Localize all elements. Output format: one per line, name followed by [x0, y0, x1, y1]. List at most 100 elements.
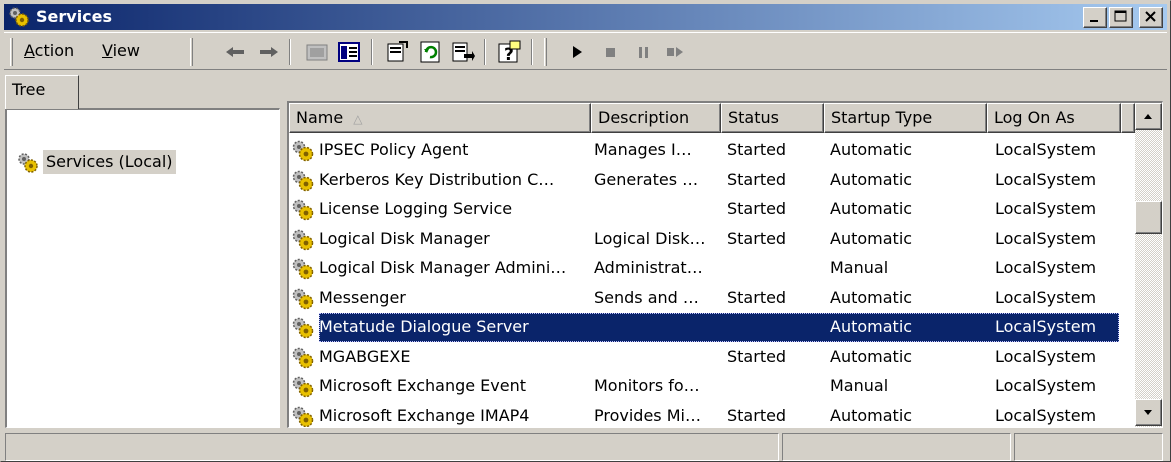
toolbar-separator	[371, 39, 373, 65]
status-pane-2	[782, 433, 1011, 461]
toolbar-separator	[531, 39, 533, 65]
title-bar[interactable]: Services	[4, 4, 1167, 30]
status-pane-3	[1014, 433, 1163, 461]
cell-startup: Automatic	[830, 346, 913, 366]
cell-startup: Automatic	[830, 199, 913, 218]
service-gear-icon	[292, 229, 314, 250]
column-header-filler	[1121, 103, 1135, 133]
minimize-button[interactable]	[1083, 7, 1107, 28]
cell-startup: Automatic	[830, 140, 913, 159]
service-row[interactable]: Messenger Sends and … Started Automatic Loca…	[289, 284, 1119, 313]
sort-ascending-icon: △	[353, 112, 363, 126]
column-header-startup-type[interactable]: Startup Type	[824, 103, 987, 133]
menu-action[interactable]: Action	[24, 41, 74, 61]
arrow-down-icon	[1144, 410, 1152, 415]
service-row[interactable]: License Logging Service Started Automatic L…	[289, 195, 1119, 224]
cell-startup: Automatic	[830, 405, 913, 425]
service-gear-icon	[292, 347, 314, 368]
service-row[interactable]: Logical Disk Manager Logical Disk… Started…	[289, 225, 1119, 254]
cell-description: Manages I…	[594, 140, 692, 159]
service-row[interactable]: Microsoft Exchange Event Monitors fo… Manu…	[289, 372, 1119, 401]
cell-name: Messenger	[319, 287, 406, 307]
column-header-name[interactable]: Name △	[289, 103, 591, 133]
maximize-icon	[1114, 10, 1127, 22]
cell-status: Started	[727, 346, 787, 366]
cell-name: Microsoft Exchange IMAP4	[319, 405, 530, 425]
cell-description: Sends and …	[594, 287, 699, 307]
cell-status: Started	[727, 405, 787, 425]
service-gear-icon	[292, 258, 314, 280]
cell-startup: Automatic	[830, 287, 913, 307]
cell-logon: LocalSystem	[995, 169, 1097, 189]
cell-startup: Manual	[830, 258, 889, 277]
services-gear-icon	[18, 153, 38, 173]
cell-logon: LocalSystem	[995, 346, 1097, 366]
services-window: Services Action View ? Tree Services (Lo…	[0, 0, 1171, 462]
column-header-status[interactable]: Status	[721, 103, 824, 133]
toolbar: Action View ?	[4, 32, 1167, 70]
cell-startup: Automatic	[830, 169, 913, 189]
up-folder-icon[interactable]	[304, 39, 330, 65]
vertical-scrollbar[interactable]	[1135, 103, 1162, 427]
column-header-log-on-as[interactable]: Log On As	[987, 103, 1121, 133]
cell-name: Logical Disk Manager	[319, 228, 490, 248]
tab-tree[interactable]: Tree	[5, 75, 79, 109]
cell-description: Provides Mi…	[594, 405, 701, 425]
services-gear-icon	[9, 7, 29, 27]
service-row[interactable]: Logical Disk Manager Admini… Administrat……	[289, 254, 1119, 283]
cell-description: Logical Disk…	[594, 228, 706, 248]
scroll-down-button[interactable]	[1135, 399, 1162, 426]
pause-service-icon[interactable]	[631, 39, 657, 65]
cell-description: Administrat…	[594, 258, 703, 277]
column-header-description[interactable]: Description	[591, 103, 721, 133]
service-gear-icon	[292, 406, 314, 427]
forward-arrow-icon[interactable]	[256, 39, 282, 65]
cell-description: Generates …	[594, 169, 699, 189]
menu-grip[interactable]	[10, 38, 13, 66]
close-button[interactable]	[1139, 7, 1163, 28]
cell-startup: Automatic	[830, 317, 913, 336]
cell-status: Started	[727, 199, 787, 218]
start-service-icon[interactable]	[564, 39, 590, 65]
stop-service-icon[interactable]	[598, 39, 624, 65]
toolbar-separator	[289, 39, 291, 65]
cell-startup: Automatic	[830, 228, 913, 248]
restart-service-icon[interactable]	[662, 39, 688, 65]
cell-description: Monitors fo…	[594, 376, 700, 395]
service-row[interactable]: Metatude Dialogue Server Automatic LocalSy…	[289, 313, 1119, 342]
cell-logon: LocalSystem	[995, 317, 1097, 336]
help-icon[interactable]: ?	[496, 39, 522, 65]
cell-name: IPSEC Policy Agent	[319, 140, 469, 159]
cell-name: MGABGEXE	[319, 346, 411, 366]
toolbar-grip[interactable]	[190, 38, 193, 66]
cell-name: Kerberos Key Distribution C…	[319, 169, 555, 189]
minimize-icon	[1090, 20, 1098, 22]
refresh-icon[interactable]	[417, 39, 443, 65]
export-list-icon[interactable]	[450, 39, 476, 65]
menu-view[interactable]: View	[102, 41, 140, 61]
maximize-button[interactable]	[1109, 7, 1133, 28]
services-list: Name △ Description Status Startup Type Lo…	[287, 101, 1163, 428]
tree-item-services-local[interactable]: Services (Local)	[43, 150, 176, 174]
service-gear-icon	[292, 170, 314, 191]
back-arrow-icon[interactable]	[222, 39, 248, 65]
service-gear-icon	[292, 317, 314, 339]
service-row[interactable]: IPSEC Policy Agent Manages I… Started Autom…	[289, 136, 1119, 165]
status-pane-main	[5, 433, 779, 461]
service-gear-icon	[292, 199, 314, 221]
service-row[interactable]: Microsoft Exchange IMAP4 Provides Mi… Star…	[289, 402, 1119, 428]
toolbar-grip[interactable]	[544, 38, 547, 66]
service-row[interactable]: MGABGEXE Started Automatic LocalSystem	[289, 343, 1119, 372]
close-icon	[1145, 11, 1156, 22]
cell-logon: LocalSystem	[995, 140, 1097, 159]
cell-name: Microsoft Exchange Event	[319, 376, 526, 395]
service-gear-icon	[292, 140, 314, 162]
show-hide-tree-icon[interactable]	[336, 39, 362, 65]
properties-icon[interactable]	[384, 39, 410, 65]
service-row[interactable]: Kerberos Key Distribution C… Generates … S…	[289, 166, 1119, 195]
tree-panel: Services (Local)	[5, 108, 280, 428]
scroll-thumb[interactable]	[1135, 201, 1162, 234]
cell-startup: Manual	[830, 376, 889, 395]
scroll-up-button[interactable]	[1135, 103, 1162, 130]
window-title: Services	[36, 7, 113, 26]
